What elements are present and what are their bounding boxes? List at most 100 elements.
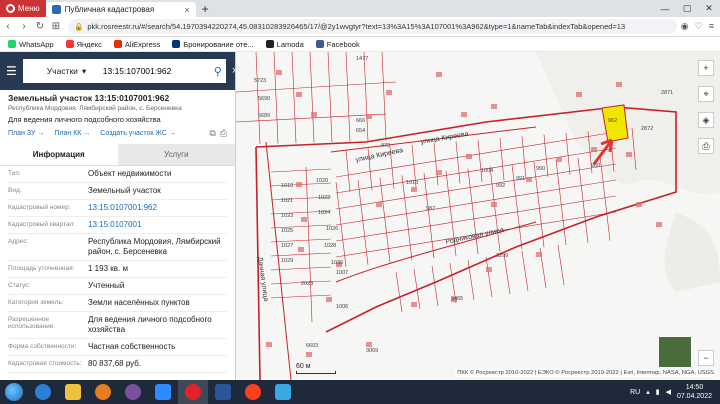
search-icon[interactable]: ⚲ (214, 65, 222, 78)
parcel-number-label: 1030 (331, 260, 343, 266)
search-input[interactable] (96, 66, 214, 76)
attribute-value: 1 193 кв. м (88, 264, 128, 273)
taskbar-word[interactable] (208, 380, 238, 404)
folder-icon (65, 384, 81, 400)
heart-icon[interactable]: ♡ (695, 21, 703, 32)
forward-button[interactable]: › (16, 21, 32, 32)
search-type-select[interactable]: Участки ▾ (27, 66, 97, 77)
attribute-key: Кадастровый квартал: (8, 221, 76, 228)
camera-icon[interactable]: ◉ (681, 21, 689, 32)
opera-menu-button[interactable]: Меню (0, 0, 46, 17)
info-panel: ☰ Участки ▾ ⚲ × Земельный участок 13:15:… (0, 52, 236, 380)
attribute-key: Статус: (8, 282, 31, 289)
bookmark-item[interactable]: Facebook (315, 40, 360, 49)
ruler-icon[interactable]: ⌖ (698, 86, 714, 102)
parcel-number-label: 3069 (366, 348, 378, 354)
parcel-number-label: 654 (356, 128, 365, 134)
close-window-button[interactable]: ✕ (698, 0, 720, 17)
taskbar-ie[interactable] (28, 380, 58, 404)
plan-kk-link[interactable]: План КК → (54, 130, 90, 137)
browser-tab-bar: Меню Публичная кадастровая × + — ▢ ✕ (0, 0, 720, 17)
taskbar-opera[interactable] (178, 380, 208, 404)
network-icon[interactable]: ▮ (656, 388, 660, 396)
bookmark-item[interactable]: AliExpress (113, 40, 160, 49)
print-map-icon[interactable]: ⎙ (698, 138, 714, 154)
attribute-row: Адрес: Республика Мордовия, Лямбирский ра… (8, 234, 227, 261)
bookmark-item[interactable]: Lamoda (265, 40, 304, 49)
opera-icon (185, 384, 201, 400)
hamburger-menu-icon[interactable]: ☰ (6, 64, 17, 78)
url-field[interactable]: 🔒 pkk.rosreestr.ru/#/search/54.197039422… (68, 19, 677, 34)
zoom-out-button[interactable]: − (698, 350, 714, 366)
tab-info[interactable]: Информация (0, 144, 118, 165)
bookmark-item[interactable]: Яндекс (65, 40, 102, 49)
browser-tab[interactable]: Публичная кадастровая × (45, 2, 196, 17)
plan-zu-link[interactable]: План ЗУ → (8, 130, 44, 137)
maximize-button[interactable]: ▢ (676, 0, 698, 17)
clock[interactable]: 14:50 07.04.2022 (677, 383, 712, 401)
language-indicator[interactable]: RU (630, 389, 640, 396)
tray-arrow-icon[interactable]: ▴ (646, 388, 650, 396)
attribute-value[interactable]: 13:15:0107001:962 (88, 203, 227, 213)
parcel-purpose: Для ведения личного подсобного хозяйства (8, 115, 161, 124)
volume-icon[interactable]: ◀ (666, 388, 671, 396)
search-type-label: Участки (46, 66, 78, 76)
taskbar-paint[interactable] (268, 380, 298, 404)
zoom-in-button[interactable]: + (698, 60, 714, 76)
new-tab-button[interactable]: + (196, 2, 215, 16)
street-label: улица Киреева (420, 131, 469, 146)
start-button[interactable] (0, 380, 28, 404)
map-canvas[interactable]: улица Киреева улица Киреева Дачная улица… (236, 52, 720, 380)
tab-services[interactable]: Услуги (117, 144, 235, 165)
taskbar-explorer[interactable] (58, 380, 88, 404)
close-tab-icon[interactable]: × (184, 5, 189, 15)
taskbar-media[interactable] (88, 380, 118, 404)
tab-title: Публичная кадастровая (64, 5, 155, 14)
url-text: pkk.rosreestr.ru/#/search/54.19703942202… (87, 22, 626, 31)
scale-bar (296, 371, 336, 374)
attribute-key: Форма собственности: (8, 343, 77, 350)
attribute-row: Кадастровый квартал: 13:15:0107001 (8, 217, 227, 234)
whatsapp-icon (8, 40, 16, 48)
booking-icon (172, 40, 181, 48)
print-icon[interactable]: ⎙ (220, 128, 227, 139)
attribute-row: Категория земель: Земли населённых пункто… (8, 295, 227, 312)
viber-icon (125, 384, 141, 400)
parcel-number-label: 990 (536, 166, 545, 172)
parcel-number-label: 1026 (326, 226, 338, 232)
street-label: улица Киреева (355, 147, 404, 164)
parcel-number-label: 1023 (281, 213, 293, 219)
taskbar-viber[interactable] (118, 380, 148, 404)
parcel-number-label: 1019 (281, 183, 293, 189)
parcel-number-label: 960 (591, 163, 600, 169)
layers-icon[interactable]: ◈ (698, 112, 714, 128)
bookmark-item[interactable]: WhatsApp (8, 40, 54, 49)
satellite-minimap[interactable] (658, 336, 692, 368)
parcel-number-label: 6603 (306, 343, 318, 349)
bookmark-item[interactable]: Бронирование оте... (172, 40, 254, 49)
parcel-number-label: 1477 (356, 56, 368, 62)
copy-icon[interactable]: ⧉ (209, 128, 215, 139)
attribute-key: Вид: (8, 187, 22, 194)
parcel-number-label: 1028 (324, 243, 336, 249)
address-bar: ‹ › ↻ ⊞ 🔒 pkk.rosreestr.ru/#/search/54.1… (0, 17, 720, 37)
media-player-icon (95, 384, 111, 400)
parcel-number-label: 2872 (641, 126, 653, 132)
attribute-value: Учтенный (88, 281, 125, 290)
attribute-value: Для ведения личного подсобного хозяйства (88, 315, 212, 334)
parcel-number-label: 666 (356, 118, 365, 124)
attribute-value: Земли населённых пунктов (88, 298, 190, 307)
attribute-value[interactable]: 13:15:0107001 (88, 220, 227, 230)
info-tabs: Информация Услуги (0, 144, 235, 166)
taskbar-zoom[interactable] (148, 380, 178, 404)
back-button[interactable]: ‹ (0, 21, 16, 32)
parcel-number-label: 1021 (281, 198, 293, 204)
word-icon (215, 384, 231, 400)
menu-icon[interactable]: ≡ (709, 21, 714, 32)
reload-button[interactable]: ↻ (32, 21, 48, 32)
create-parcel-link[interactable]: Создать участок ЖС → (100, 130, 176, 137)
cadastral-map[interactable]: улица Киреева улица Киреева Дачная улица… (236, 52, 720, 380)
home-grid-icon[interactable]: ⊞ (48, 21, 64, 32)
minimize-button[interactable]: — (654, 0, 676, 17)
taskbar-yandex[interactable] (238, 380, 268, 404)
